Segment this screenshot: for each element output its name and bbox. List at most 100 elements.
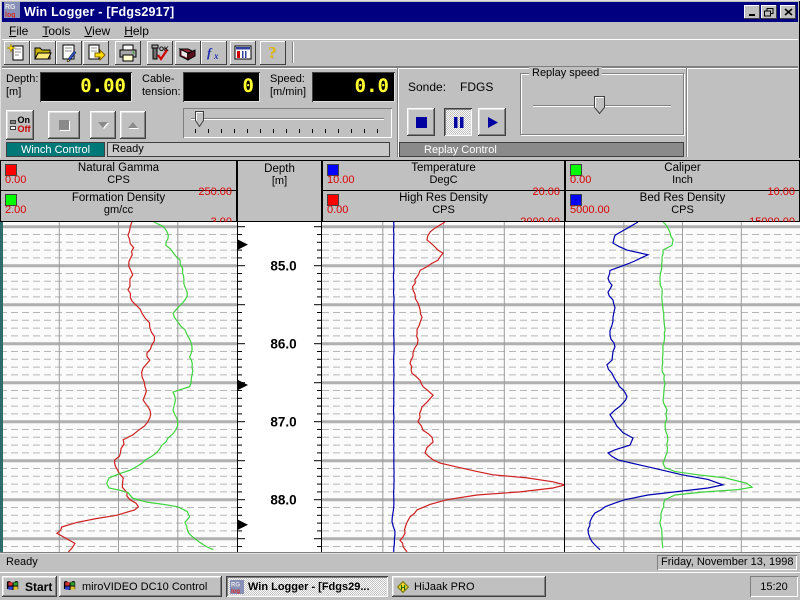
svg-text:RG: RG [231,582,240,588]
track-2-header: Temperature10.00DegC20.00High Res Densit… [322,160,565,222]
svg-text:OK: OK [159,46,169,53]
system-tray-clock[interactable]: 15:20 [750,576,798,597]
function-icon: fx [204,43,224,63]
curve-title: Bed Res Density [566,191,799,204]
edit-log-header-icon [59,43,79,63]
depth-label-87.0: 87.0 [270,415,296,430]
replay-play-button[interactable] [478,108,506,136]
winch-slider-tick [260,129,261,133]
curve-unit: gm/cc [1,204,236,216]
curve-title: High Res Density [323,191,564,204]
winch-slider-track[interactable] [191,118,384,120]
track-3-svg [565,222,800,552]
winch-speed-slider[interactable] [183,108,392,138]
menu-view[interactable]: View [77,23,117,39]
curve-unit: DegC [323,174,564,186]
toolbar-edit-log-header-button[interactable] [56,41,82,65]
print-icon [118,43,138,63]
curve-title: Temperature [323,161,564,174]
new-log-icon [7,43,27,63]
winch-up-button[interactable] [120,111,146,139]
scale-min: 0.00 [570,174,591,186]
log-book-icon [178,43,198,63]
toolbar-log-book-button[interactable] [175,41,201,65]
curve-title: Natural Gamma [1,161,236,174]
winch-slider-thumb[interactable] [195,111,204,132]
toolbar-replay-window-button[interactable] [230,41,256,65]
status-text: Ready [6,556,38,568]
winch-slider-tick [351,129,352,133]
taskbar: Start 15:20 miroVIDEO DC10 Control RGlog W… [0,572,800,600]
bed-res-density-header: Bed Res Density5000.00CPS15000.00 [566,191,799,220]
toolbar-function-button[interactable]: fx [201,41,227,65]
panel-divider-2 [686,68,688,157]
replay-speed-group-label: Replay speed [529,67,602,79]
close-icon [784,8,793,16]
track-2-plot [322,222,565,552]
winch-slider-tick [273,129,274,133]
hijaak-icon: H [396,580,410,594]
track-1-svg [0,222,237,552]
svg-text:?: ? [268,43,277,62]
sonde-value: FDGS [460,80,493,94]
winch-slider-tick [208,129,209,133]
minimize-button[interactable] [744,5,760,19]
depth-label: Depth:[m] [6,73,38,99]
task-label: Win Logger - [Fdgs29... [248,581,370,593]
windows-flag-icon [6,579,21,594]
winch-slider-tick [234,129,235,133]
task-label: miroVIDEO DC10 Control [82,581,207,593]
replay-pause-button[interactable] [444,108,472,136]
depth-svg: 85.086.087.088.0 [237,222,322,552]
curve-unit: CPS [1,174,236,186]
svg-text:x: x [213,51,219,61]
svg-text:H: H [401,585,406,592]
depth-label-88.0: 88.0 [270,493,296,508]
winch-status-field: Ready [107,142,390,157]
switch-icon [10,120,16,130]
winch-slider-tick [325,129,326,133]
winch-slider-tick [299,129,300,133]
toolbar-export-log-button[interactable] [83,41,109,65]
task-button-hijaak-pro[interactable]: HHiJaak PRO [392,576,546,597]
toolbar-help-button[interactable]: ?? [260,41,286,65]
export-log-icon [86,43,106,63]
svg-text:f: f [207,45,213,60]
replay-stop-icon [415,116,428,129]
toolbar-new-log-button[interactable] [4,41,30,65]
start-button[interactable]: Start [2,576,57,597]
curve-title: Formation Density [1,191,236,204]
toolbar-open-log-button[interactable] [30,41,56,65]
depth-label-86.0: 86.0 [270,337,296,352]
toolbar: OK fx?? [2,39,798,67]
toolbar-print-button[interactable] [115,41,141,65]
depth-axis-unit: [m] [238,175,321,187]
replay-speed-group: Replay speed [520,73,684,135]
scale-min: 0.00 [327,204,348,216]
restore-button[interactable] [761,5,777,19]
toolbar-sonde-check-ok-button[interactable]: OK [147,41,173,65]
menu-file[interactable]: File [2,23,35,39]
menu-tools[interactable]: Tools [35,23,77,39]
menubar: FileToolsViewHelp [2,22,798,39]
sonde-label: Sonde: [408,80,446,94]
win-logger-window: RGlog Win Logger - [Fdgs2917] FileToolsV… [0,0,800,600]
winch-control-label: Winch Control [6,142,105,157]
winch-slider-tick [312,129,313,133]
winch-on-off-button[interactable]: OnOff [6,110,34,140]
replay-slider-thumb[interactable] [594,96,605,119]
minimize-icon [748,8,757,17]
replay-stop-button[interactable] [407,108,435,136]
task-button-win-logger-fdgs29[interactable]: RGlog Win Logger - [Fdgs29... [226,576,388,597]
winch-stop-button[interactable] [48,111,80,139]
svg-text:log: log [231,589,240,594]
date-panel: Friday, November 13, 1998 [657,555,797,570]
replay-control-label: Replay Control [399,142,684,157]
winch-slider-tick [247,129,248,133]
close-button[interactable] [780,5,796,19]
depth-axis-title: Depth [238,161,321,175]
task-button-mirovideo-dc10-control[interactable]: miroVIDEO DC10 Control [59,576,222,597]
natural-gamma-header: Natural Gamma0.00CPS250.00 [1,161,236,191]
menu-help[interactable]: Help [117,23,156,39]
winch-down-button[interactable] [90,111,116,139]
